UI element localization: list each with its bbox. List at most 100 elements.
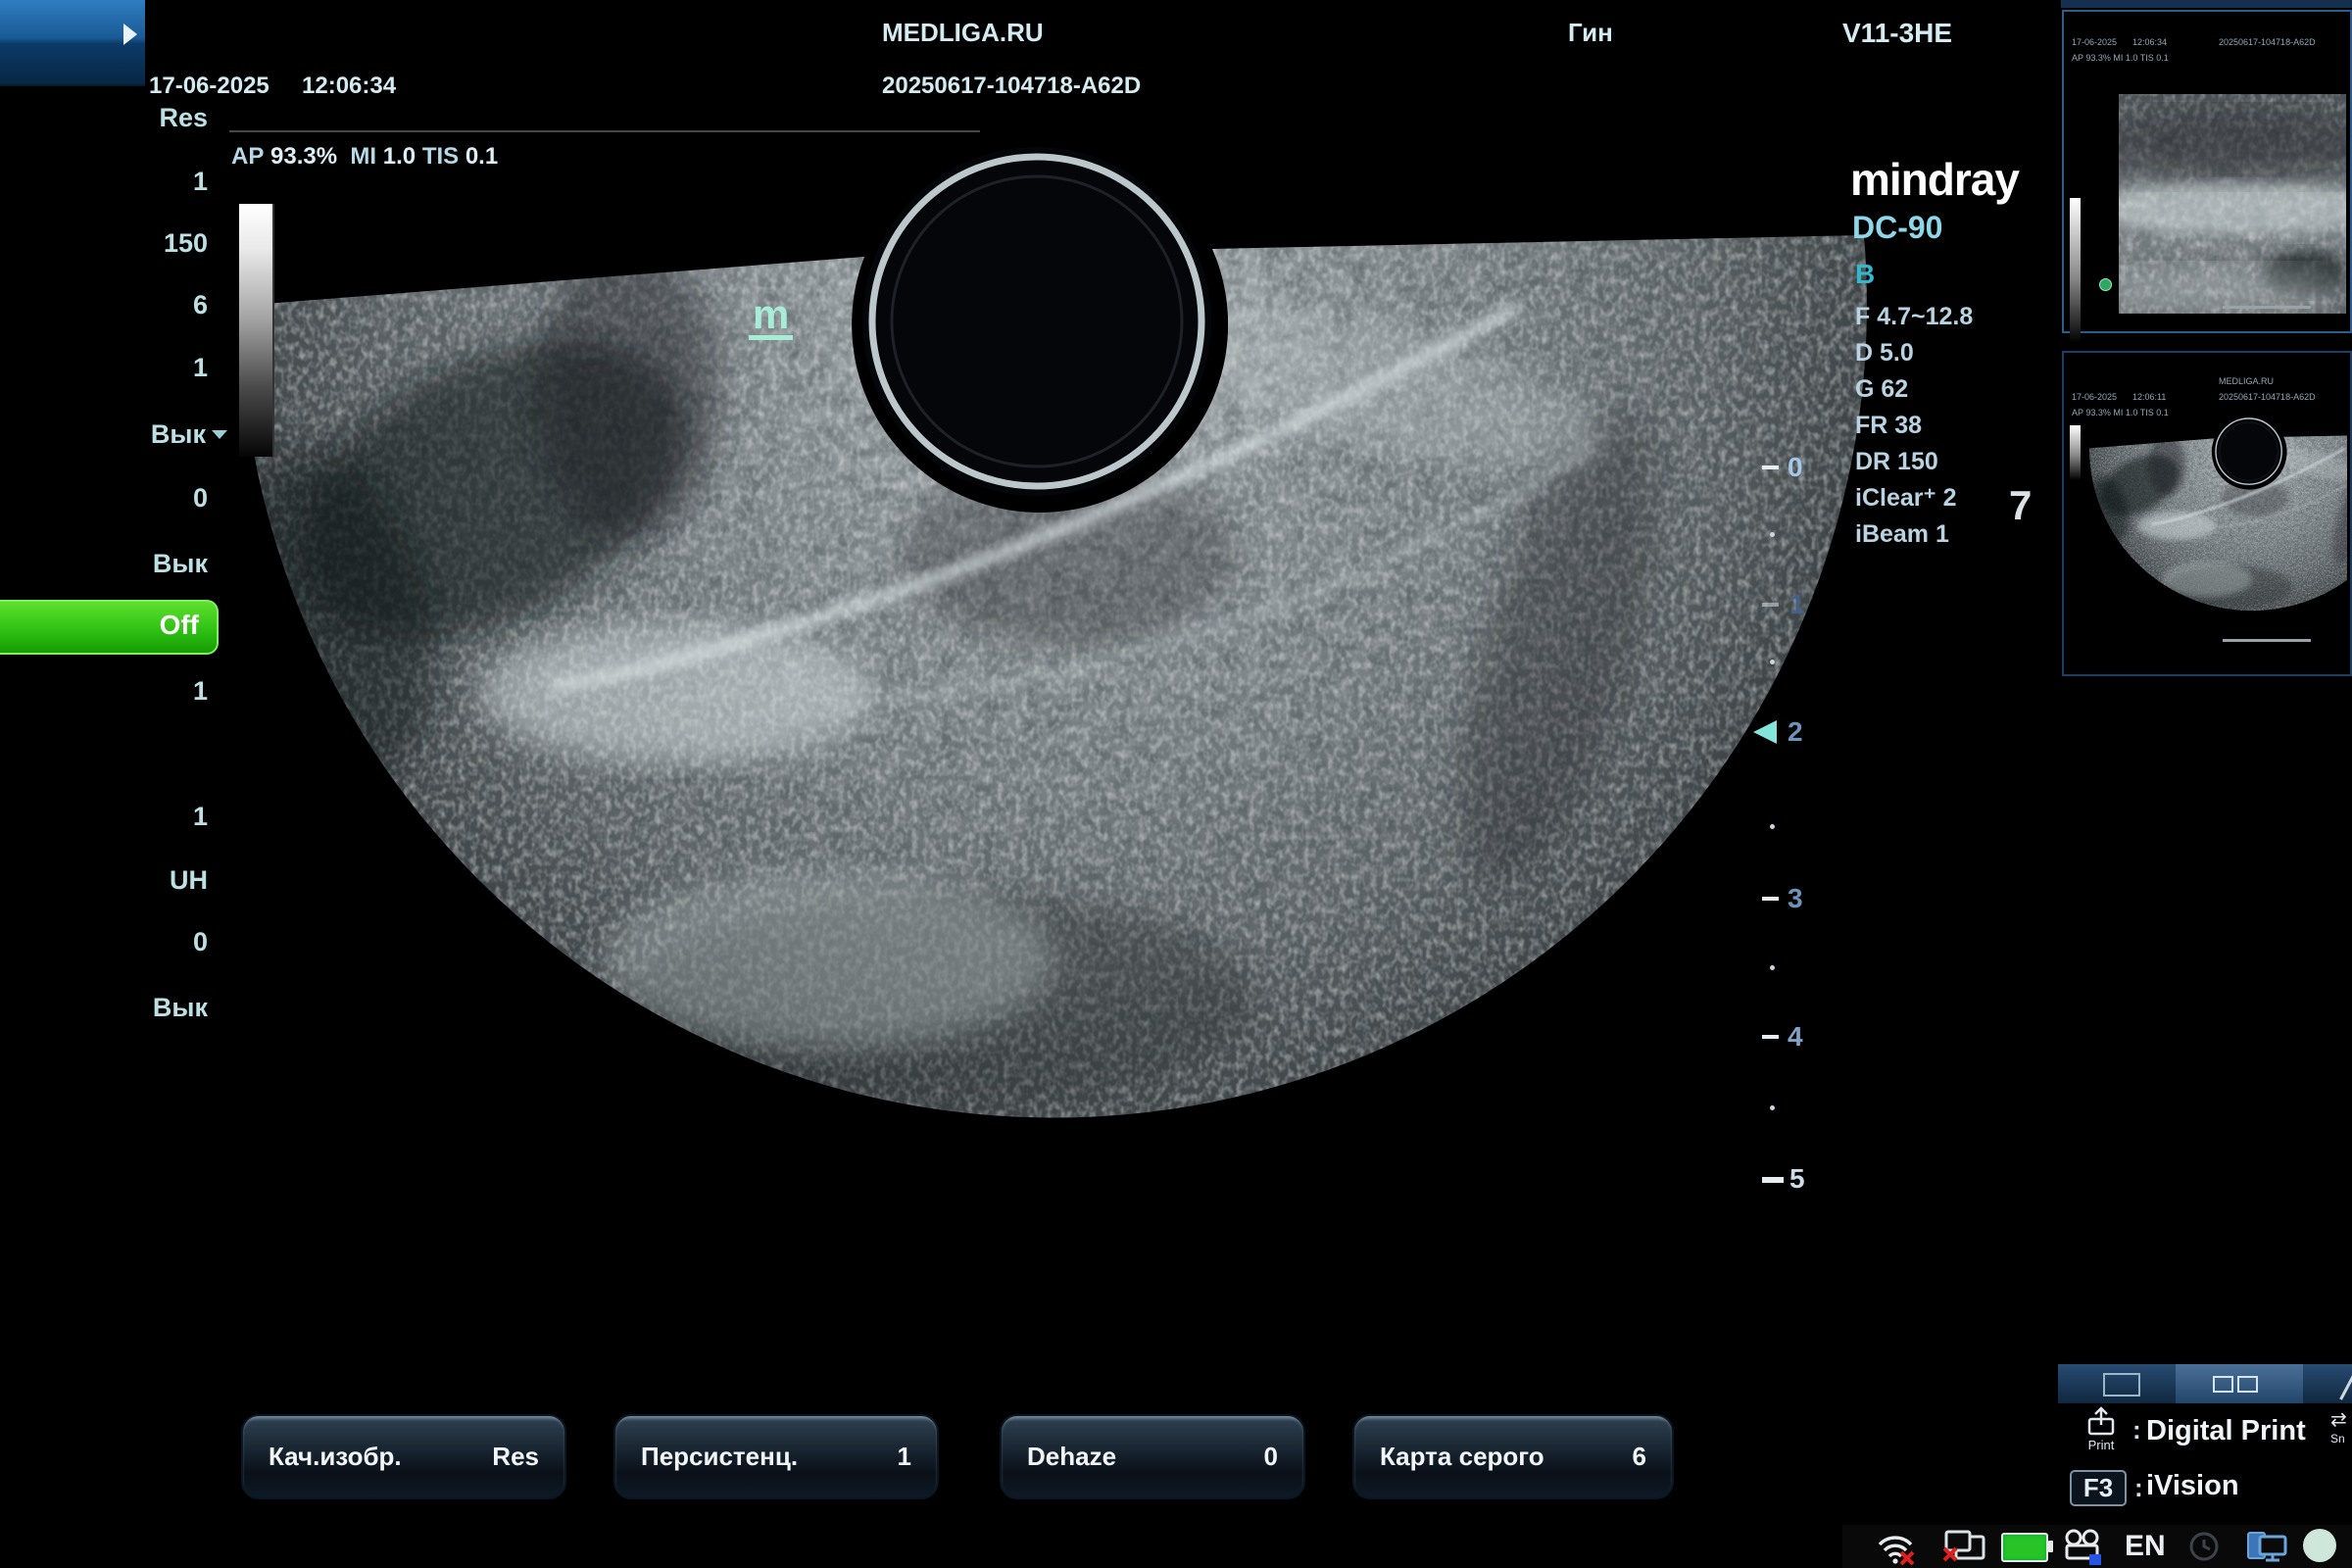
- ruler-dot: [1770, 1105, 1775, 1110]
- brand-logo: mindray: [1850, 153, 2019, 206]
- ruler-label-3: 3: [1788, 883, 1803, 914]
- ruler-label-0: 0: [1788, 452, 1803, 483]
- mi-label: MI: [350, 143, 376, 170]
- softkey-persistence[interactable]: Персистенц. 1: [613, 1414, 939, 1499]
- param-dynamicrange: DR 150: [1855, 444, 1973, 480]
- save-arrows-icon: ⇄: [2330, 1407, 2352, 1432]
- softkey-label: Карта серого: [1380, 1442, 1544, 1472]
- save-key-label: Sn: [2330, 1432, 2352, 1446]
- image-counter: 7: [2009, 482, 2032, 529]
- softkey-label: Персистенц.: [641, 1442, 798, 1472]
- battery-icon: [2001, 1533, 2048, 1562]
- menu-item-res[interactable]: Res: [0, 103, 208, 133]
- softkey-value: 1: [898, 1442, 911, 1472]
- ruler-tick-4: [1762, 1035, 1779, 1039]
- accession-number: 20250617-104718-A62D: [882, 73, 1141, 100]
- menu-item-value-6[interactable]: 6: [0, 290, 208, 320]
- ruler-tick-1: [1762, 603, 1779, 607]
- softkey-dehaze[interactable]: Dehaze 0: [1000, 1414, 1305, 1499]
- system-tray: EN: [1842, 1525, 2352, 1568]
- f3-action-label: iVision: [2146, 1470, 2239, 1502]
- tis-label: TIS: [422, 143, 459, 170]
- softkey-gray-map[interactable]: Карта серого 6: [1352, 1414, 1674, 1499]
- param-ibeam: iBeam 1: [1855, 516, 1973, 553]
- ruler-label-4: 4: [1788, 1021, 1803, 1053]
- display-disconnected-icon[interactable]: [1938, 1529, 1987, 1568]
- ruler-dot: [1770, 824, 1775, 829]
- ultrasound-image: [0, 0, 2352, 1568]
- ap-value: 93.3%: [270, 143, 337, 170]
- model-name: DC-90: [1852, 210, 1942, 246]
- layout-tabstrip: [2058, 1364, 2352, 1403]
- thumb2-site: MEDLIGA.RU: [2219, 376, 2274, 386]
- focus-position-marker[interactable]: [1753, 720, 1777, 744]
- menu-item-off-dropdown[interactable]: Вык: [0, 419, 227, 450]
- system-menu-tab[interactable]: [0, 0, 145, 86]
- param-gain: G 62: [1855, 371, 1973, 408]
- print-export-icon: [2082, 1405, 2120, 1439]
- thumb1-date: 17-06-2025: [2072, 37, 2117, 47]
- expand-arrow-icon: [123, 24, 137, 45]
- frame-b-icon: [2237, 1376, 2258, 1393]
- menu-item-value-1c[interactable]: 1: [0, 676, 208, 707]
- ruler-label-5: 5: [1789, 1163, 1805, 1195]
- thumb1-accession: 20250617-104718-A62D: [2219, 37, 2316, 47]
- tabstrip-edge-icon: [2339, 1369, 2352, 1399]
- ruler-tick-5: [1762, 1177, 1784, 1183]
- ruler-dot: [1770, 660, 1775, 664]
- ruler-dot: [1770, 532, 1775, 537]
- acoustic-output-readout: AP 93.3% MI 1.0 TIS 0.1: [231, 143, 498, 171]
- print-colon: :: [2132, 1415, 2141, 1446]
- thumb1-time: 12:06:34: [2132, 37, 2167, 47]
- thumbnail-2[interactable]: MEDLIGA.RU 17-06-2025 12:06:11 20250617-…: [2062, 351, 2352, 676]
- single-frame-icon[interactable]: [2103, 1373, 2140, 1396]
- menu-item-value-1d[interactable]: 1: [0, 802, 208, 832]
- thumb2-accession: 20250617-104718-A62D: [2219, 392, 2316, 402]
- thumb1-probe-mark-icon: [2099, 278, 2112, 291]
- print-key-label: Print: [2076, 1438, 2127, 1452]
- header-separator: [229, 130, 980, 132]
- param-depth: D 5.0: [1855, 335, 1973, 371]
- menu-item-value-150[interactable]: 150: [0, 228, 208, 259]
- frame-a-icon: [2213, 1376, 2233, 1393]
- orientation-marker: m: [749, 294, 793, 340]
- ruler-label-1: 1: [1789, 589, 1805, 620]
- softkey-value: 6: [1633, 1442, 1646, 1472]
- print-action-label: Digital Print: [2146, 1415, 2306, 1447]
- menu-item-off3[interactable]: Вык: [0, 993, 208, 1023]
- softkey-label: Dehaze: [1027, 1442, 1116, 1472]
- thumb1-grayscale-bar: [2070, 198, 2081, 343]
- menu-item-off2[interactable]: Вык: [0, 549, 208, 579]
- clock-icon: [2187, 1530, 2221, 1568]
- menu-item-value-0b[interactable]: 0: [0, 927, 208, 957]
- menu-item-value-1[interactable]: 1: [0, 167, 208, 197]
- thumb2-time: 12:06:11: [2132, 392, 2166, 402]
- softkey-image-quality[interactable]: Кач.изобр. Res: [241, 1414, 566, 1499]
- print-key[interactable]: Print: [2076, 1405, 2127, 1452]
- param-framerate: FR 38: [1855, 408, 1973, 444]
- ap-label: AP: [231, 143, 264, 170]
- dual-frame-tab[interactable]: [2176, 1364, 2303, 1403]
- site-name: MEDLIGA.RU: [882, 18, 1044, 48]
- probe-id: V11-3HE: [1842, 18, 1952, 49]
- menu-item-value-0[interactable]: 0: [0, 483, 208, 514]
- language-indicator[interactable]: EN: [2125, 1530, 2166, 1563]
- save-key-partial[interactable]: ⇄ Sn: [2330, 1407, 2352, 1446]
- thumbnail-panel-edge: [2061, 0, 2352, 8]
- thumb2-grayscale-bar: [2070, 425, 2081, 480]
- param-frequency: F 4.7~12.8: [1855, 299, 1973, 335]
- dual-monitor-icon[interactable]: [2244, 1529, 2291, 1568]
- wifi-disconnected-icon[interactable]: [1874, 1529, 1919, 1568]
- menu-item-uh[interactable]: UH: [0, 865, 208, 896]
- param-iclear: iClear⁺ 2: [1855, 480, 1973, 516]
- f3-colon: :: [2134, 1473, 2143, 1503]
- f3-key[interactable]: F3: [2070, 1470, 2127, 1506]
- thumb2-ap-line: AP 93.3% MI 1.0 TIS 0.1: [2072, 408, 2169, 417]
- ultrasound-screen: MEDLIGA.RU Гин V11-3HE 17-06-2025 12:06:…: [0, 0, 2352, 1568]
- grayscale-bar: [239, 204, 274, 457]
- menu-item-value-1b[interactable]: 1: [0, 353, 208, 383]
- menu-item-off-highlighted[interactable]: Off: [0, 600, 219, 655]
- thumbnail-1[interactable]: 17-06-2025 12:06:34 20250617-104718-A62D…: [2062, 10, 2352, 333]
- ruler-tick-3: [1762, 897, 1779, 901]
- cine-recorder-icon: [2062, 1529, 2105, 1568]
